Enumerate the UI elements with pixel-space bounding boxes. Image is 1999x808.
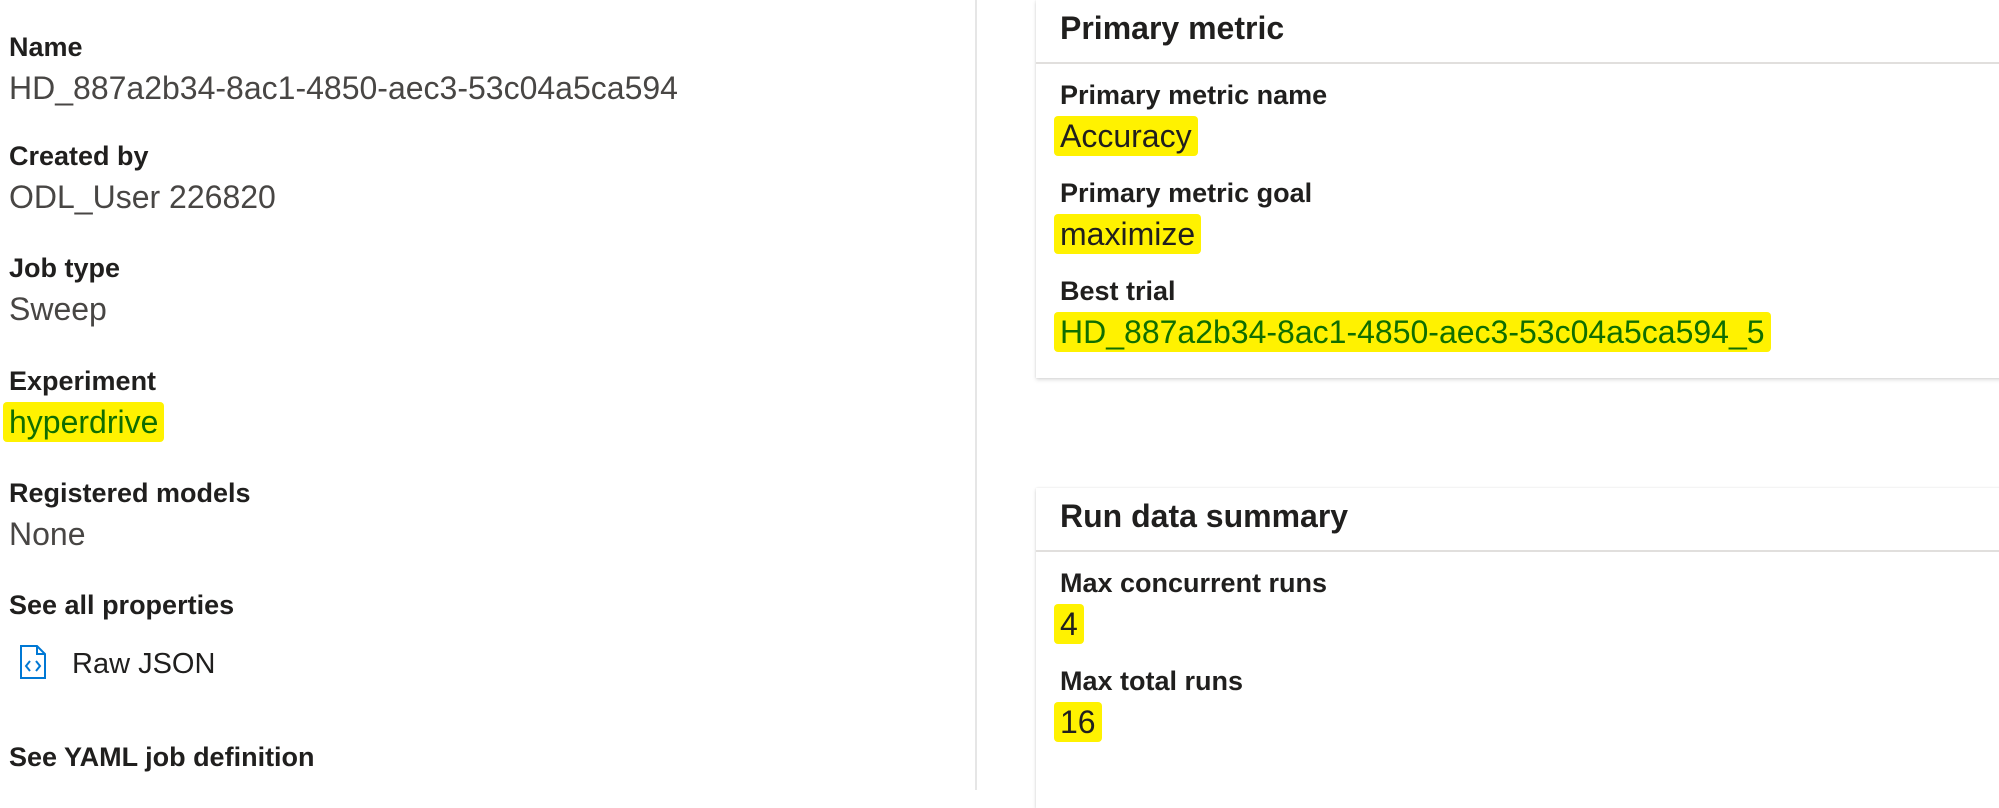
- primary-metric-name-label: Primary metric name: [1060, 80, 1328, 110]
- see-all-properties-heading: See all properties: [9, 590, 235, 620]
- primary-metric-card: Primary metric Primary metric name Accur…: [1036, 0, 1999, 378]
- name-property: Name HD_887a2b34-8ac1-4850-aec3-53c04a5c…: [9, 30, 678, 108]
- created-by-property: Created by ODL_User 226820: [9, 139, 276, 217]
- job-properties-panel: Name HD_887a2b34-8ac1-4850-aec3-53c04a5c…: [0, 0, 975, 790]
- primary-metric-goal-value: maximize: [1054, 214, 1202, 254]
- primary-metric-name-value: Accuracy: [1054, 116, 1198, 156]
- max-total-runs-label: Max total runs: [1060, 666, 1244, 696]
- primary-metric-title: Primary metric: [1036, 0, 1999, 64]
- max-total-runs-value: 16: [1054, 702, 1102, 742]
- best-trial-label: Best trial: [1060, 276, 1176, 306]
- experiment-label: Experiment: [9, 366, 157, 396]
- raw-json-label: Raw JSON: [72, 648, 216, 680]
- name-value: HD_887a2b34-8ac1-4850-aec3-53c04a5ca594: [9, 70, 678, 106]
- registered-models-value: None: [9, 516, 86, 552]
- max-concurrent-runs-value: 4: [1054, 604, 1084, 644]
- job-type-label: Job type: [9, 253, 121, 283]
- experiment-link[interactable]: hyperdrive: [3, 402, 165, 442]
- created-by-value: ODL_User 226820: [9, 179, 276, 215]
- max-total-runs-property: Max total runs 16: [1054, 664, 1999, 742]
- registered-models-label: Registered models: [9, 478, 251, 508]
- max-concurrent-runs-label: Max concurrent runs: [1060, 568, 1328, 598]
- best-trial-link[interactable]: HD_887a2b34-8ac1-4850-aec3-53c04a5ca594_…: [1054, 312, 1771, 352]
- run-data-summary-card: Run data summary Max concurrent runs 4 M…: [1036, 488, 1999, 808]
- run-data-summary-title: Run data summary: [1036, 488, 1999, 552]
- primary-metric-goal-property: Primary metric goal maximize: [1054, 176, 1999, 254]
- primary-metric-name-property: Primary metric name Accuracy: [1054, 78, 1999, 156]
- name-label: Name: [9, 32, 83, 62]
- primary-metric-goal-label: Primary metric goal: [1060, 178, 1313, 208]
- panel-divider: [975, 0, 977, 790]
- created-by-label: Created by: [9, 141, 149, 171]
- job-type-property: Job type Sweep: [9, 251, 120, 329]
- raw-json-button[interactable]: Raw JSON: [18, 645, 215, 684]
- experiment-property: Experiment hyperdrive: [3, 364, 165, 442]
- best-trial-property: Best trial HD_887a2b34-8ac1-4850-aec3-53…: [1054, 274, 1999, 352]
- max-concurrent-runs-property: Max concurrent runs 4: [1054, 566, 1999, 644]
- see-yaml-link[interactable]: See YAML job definition: [9, 740, 315, 774]
- job-type-value: Sweep: [9, 291, 107, 327]
- code-file-icon: [18, 645, 48, 684]
- registered-models-property: Registered models None: [9, 476, 251, 554]
